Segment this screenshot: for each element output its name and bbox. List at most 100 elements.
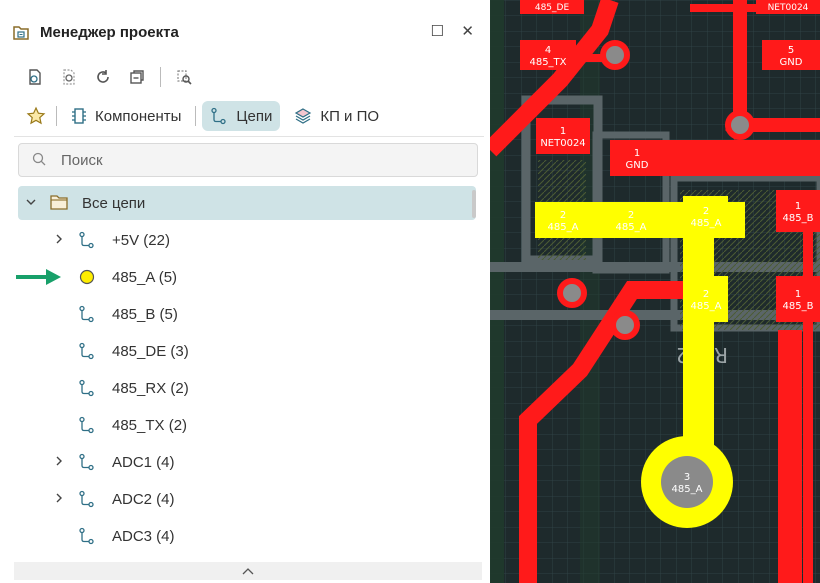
- net-list-item-label: 485_B (5): [112, 305, 178, 323]
- chevron-down-icon[interactable]: [24, 196, 38, 211]
- chevron-up-icon: [242, 568, 254, 575]
- layers-icon: [295, 108, 312, 124]
- tab-components[interactable]: Компоненты: [63, 101, 189, 131]
- scrollbar-thumb[interactable]: [472, 190, 476, 218]
- find-in-doc-icon[interactable]: [58, 66, 80, 88]
- pcb-pad[interactable]: 5GND: [762, 40, 820, 70]
- pcb-pad-net: 485_A: [616, 222, 647, 233]
- tab-divider: [56, 106, 57, 126]
- toolbar: [24, 64, 195, 90]
- net-list-item[interactable]: ADC2 (4): [18, 482, 476, 516]
- net-list-item[interactable]: +5V (22): [18, 223, 476, 257]
- pcb-pad-net: 485_TX: [529, 57, 566, 68]
- net-icon: [78, 305, 96, 327]
- maximize-button[interactable]: ☐: [431, 22, 444, 40]
- tab-nets-label: Цепи: [236, 107, 273, 125]
- highlight-dot-icon: [78, 268, 96, 290]
- net-icon: [211, 107, 227, 125]
- panel-bottom-bar[interactable]: [14, 562, 482, 580]
- net-list-item-label: 485_A (5): [112, 268, 178, 286]
- net-list-item[interactable]: 485_RX (2): [18, 371, 476, 405]
- pcb-pad[interactable]: 2485_A: [535, 202, 591, 238]
- tab-components-label: Компоненты: [95, 107, 182, 125]
- pcb-pad[interactable]: 1NET0024: [536, 118, 590, 154]
- net-list-item-label: ADC3 (4): [112, 527, 175, 545]
- toolbar-divider: [160, 67, 161, 87]
- net-list-item-label: 485_RX (2): [112, 379, 189, 397]
- chevron-right-icon[interactable]: [52, 455, 66, 470]
- project-manager-icon: [13, 26, 29, 40]
- pcb-pad-number: 1: [795, 201, 801, 212]
- pcb-pad-number: 1: [634, 148, 640, 159]
- folder-icon: [50, 194, 68, 214]
- pcb-pad[interactable]: 2485_A: [684, 196, 728, 236]
- net-icon: [78, 490, 96, 512]
- tree-root-label: Все цепи: [82, 194, 146, 212]
- search-input[interactable]: [59, 150, 443, 170]
- pcb-pad-number: 2: [628, 210, 634, 221]
- chevron-right-icon[interactable]: [52, 492, 66, 507]
- net-icon: [78, 342, 96, 364]
- collapse-icon[interactable]: [126, 66, 148, 88]
- net-icon: [78, 231, 96, 253]
- tree-root-all-nets[interactable]: Все цепи: [18, 186, 476, 220]
- project-manager-panel: Менеджер проекта ☐ ✕ Компоненты Цепи КП …: [0, 0, 490, 583]
- pcb-pad-net: 485_A: [691, 301, 722, 312]
- tab-favorites[interactable]: [22, 101, 50, 131]
- net-list-item[interactable]: ADC1 (4): [18, 445, 476, 479]
- pcb-pad[interactable]: 2485_A: [603, 202, 659, 238]
- tab-nets[interactable]: Цепи: [202, 101, 281, 131]
- refresh-icon[interactable]: [92, 66, 114, 88]
- net-list-item[interactable]: 485_TX (2): [18, 408, 476, 442]
- net-list-item[interactable]: 485_B (5): [18, 297, 476, 331]
- pcb-pad[interactable]: 1485_B: [776, 190, 820, 232]
- net-list-item[interactable]: 485_DE (3): [18, 334, 476, 368]
- pcb-pad-number: 3: [684, 472, 690, 483]
- pcb-pad-net: 485_A: [672, 484, 703, 495]
- pcb-view[interactable]: R112 485_DE NET0024 4485_TX5GND1NET00241…: [490, 0, 820, 583]
- new-doc-icon[interactable]: [24, 66, 46, 88]
- net-icon: [78, 416, 96, 438]
- net-icon: [78, 379, 96, 401]
- pcb-pad-net: 485_A: [548, 222, 579, 233]
- chevron-right-icon[interactable]: [52, 233, 66, 248]
- star-icon: [26, 106, 46, 125]
- pcb-pad-number: 1: [560, 126, 566, 137]
- pcb-pad[interactable]: 4485_TX: [520, 40, 576, 70]
- pcb-label-top-left: 485_DE: [535, 3, 570, 13]
- pcb-pad-number: 4: [545, 45, 551, 56]
- net-list-item[interactable]: 485_A (5): [18, 260, 476, 294]
- panel-title: Менеджер проекта: [40, 23, 179, 41]
- panel-titlebar: Менеджер проекта ☐ ✕: [12, 18, 478, 46]
- pcb-canvas[interactable]: R112 485_DE NET0024 4485_TX5GND1NET00241…: [490, 0, 820, 583]
- locate-icon[interactable]: [173, 66, 195, 88]
- component-icon: [72, 108, 86, 124]
- pcb-pad-net: GND: [780, 57, 803, 68]
- net-list-item-label: ADC2 (4): [112, 490, 175, 508]
- tab-pads-vias[interactable]: КП и ПО: [286, 101, 387, 131]
- pcb-pad-number: 2: [560, 210, 566, 221]
- tab-pads-vias-label: КП и ПО: [320, 107, 380, 125]
- tab-divider-line: [14, 136, 484, 137]
- net-list-item[interactable]: ADC3 (4): [18, 519, 476, 553]
- pointer-arrow-icon: [16, 269, 61, 285]
- pcb-pad-number: 1: [795, 289, 801, 300]
- close-button[interactable]: ✕: [461, 22, 474, 40]
- net-icon: [78, 453, 96, 475]
- pcb-pad-net: NET0024: [540, 138, 585, 149]
- pcb-pad-number: 2: [703, 289, 709, 300]
- pcb-pad[interactable]: 2485_A: [684, 276, 728, 322]
- net-list-item-label: +5V (22): [112, 231, 170, 249]
- pcb-pad-net: 485_B: [783, 213, 814, 224]
- search-icon: [19, 152, 59, 169]
- net-list-item-label: 485_DE (3): [112, 342, 189, 360]
- pcb-pad-net: GND: [626, 160, 649, 171]
- pcb-pad-number: 5: [788, 45, 794, 56]
- pcb-pad-net: 485_A: [691, 218, 722, 229]
- tab-bar: Компоненты Цепи КП и ПО: [22, 99, 387, 133]
- net-list-item-label: ADC1 (4): [112, 453, 175, 471]
- search-box: [18, 143, 478, 177]
- pcb-pad[interactable]: 1485_B: [776, 276, 820, 322]
- pcb-pad[interactable]: 1GND: [620, 140, 654, 176]
- net-list-item-label: 485_TX (2): [112, 416, 188, 434]
